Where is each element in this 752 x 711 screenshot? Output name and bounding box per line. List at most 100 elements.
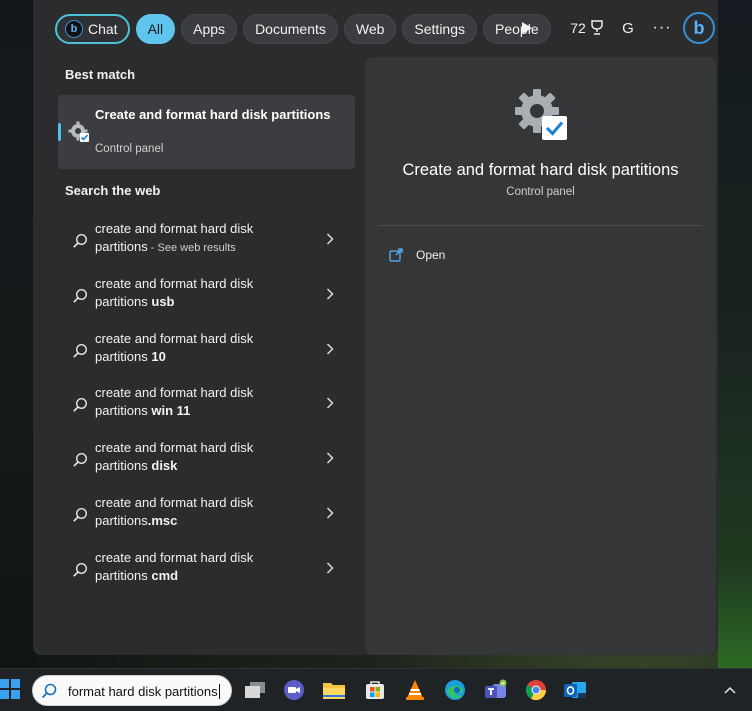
rewards-points[interactable]: 72 [563, 13, 611, 43]
search-icon [41, 683, 57, 699]
file-explorer-icon[interactable] [322, 678, 346, 702]
search-icon [73, 398, 88, 413]
web-result-text: create and format hard disk partitions wi… [95, 384, 325, 421]
vlc-icon[interactable] [403, 678, 427, 702]
web-result-line2: partitions [95, 567, 152, 583]
taskbar: format hard disk partitions [0, 668, 752, 711]
filter-all[interactable]: All [135, 14, 176, 44]
preview-pane: Create and format hard disk partitions C… [365, 57, 716, 655]
chevron-right-icon [326, 229, 334, 250]
web-result-prefix: create and format hard disk [95, 385, 254, 401]
control-panel-gear-large-icon [515, 89, 567, 140]
selection-indicator [58, 123, 61, 141]
web-result-item[interactable]: create and format hard disk partitions di… [58, 435, 355, 489]
web-result-text: create and format hard disk partitions di… [95, 439, 325, 476]
web-result-suffix: 10 [151, 348, 166, 364]
start-search-panel: b Chat All Apps Documents Web Settings P… [33, 0, 718, 655]
web-result-text: create and format hard disk partitions 10 [95, 330, 325, 367]
best-match-subtitle: Control panel [95, 143, 164, 155]
search-icon [73, 562, 88, 577]
chevron-right-icon [326, 503, 334, 524]
open-external-icon [389, 248, 403, 262]
preview-subtitle: Control panel [506, 186, 575, 198]
search-value: format hard disk partitions [68, 684, 220, 699]
web-result-text: create and format hard disk partitions us… [95, 275, 325, 312]
filter-settings[interactable]: Settings [402, 14, 478, 44]
chevron-right-icon [326, 558, 334, 579]
web-result-item[interactable]: create and format hard disk partitions us… [58, 271, 355, 325]
chevron-right-icon [326, 448, 334, 469]
open-label: Open [416, 248, 446, 262]
filter-bar: b Chat All Apps Documents Web Settings P… [55, 13, 557, 45]
web-result-suffix: .msc [147, 513, 178, 528]
search-text: format hard disk partitions [68, 684, 218, 699]
search-icon [73, 453, 88, 467]
web-result-text: create and format hard disk partitions cm… [95, 549, 325, 586]
web-result-item[interactable]: create and format hard disk partitions cm… [58, 545, 355, 599]
web-result-line2: partitions [95, 513, 148, 528]
filter-apps[interactable]: Apps [181, 14, 238, 44]
web-result-note: - See web results [147, 242, 236, 254]
text-caret [218, 684, 220, 699]
microsoft-store-icon[interactable] [363, 678, 387, 702]
best-match-title: Create and format hard disk partitions [95, 107, 331, 122]
web-result-text: create and format hard disk partitions.ms… [95, 494, 325, 531]
open-action[interactable]: Open [389, 245, 445, 265]
search-icon [73, 343, 88, 358]
taskbar-search-input[interactable]: format hard disk partitions [32, 675, 232, 706]
account-button[interactable]: G [617, 13, 639, 43]
outlook-icon[interactable] [563, 678, 587, 702]
chat-label: Chat [88, 21, 118, 37]
web-result-line2: partitions [95, 348, 152, 364]
web-result-text: create and format hard disk partitions - … [95, 220, 325, 257]
task-view-icon[interactable] [243, 678, 267, 702]
chevron-right-icon [326, 284, 334, 305]
web-result-item[interactable]: create and format hard disk partitions 10 [58, 326, 355, 380]
chevron-right-icon [326, 339, 334, 360]
chevron-right-icon [326, 393, 334, 414]
teams-icon[interactable] [484, 678, 508, 702]
bing-chat-icon[interactable]: b [683, 12, 715, 44]
web-result-suffix: cmd [151, 567, 179, 583]
filter-web[interactable]: Web [343, 14, 397, 44]
chat-button[interactable]: b Chat [55, 14, 130, 44]
web-result-prefix: create and format hard disk [95, 440, 254, 456]
desktop-wallpaper-left [0, 0, 33, 668]
bing-icon: b [65, 20, 83, 38]
control-panel-gear-icon [68, 121, 89, 142]
search-icon [73, 507, 88, 522]
points-value: 72 [570, 20, 586, 36]
web-result-prefix: create and format hard disk [95, 330, 254, 346]
web-result-prefix: create and format hard disk [95, 495, 254, 510]
web-result-prefix: create and format hard disk [95, 275, 254, 291]
preview-title: Create and format hard disk partitions [402, 161, 679, 179]
search-icon [73, 288, 88, 303]
more-filters-button[interactable] [515, 13, 539, 43]
web-result-item[interactable]: create and format hard disk partitions wi… [58, 380, 355, 434]
web-result-line2: partitions [95, 293, 152, 309]
play-icon [522, 22, 532, 34]
best-match-result[interactable]: Create and format hard disk partitions C… [58, 95, 355, 169]
web-result-suffix: usb [151, 293, 175, 309]
web-result-suffix: disk [151, 458, 178, 474]
web-result-item[interactable]: create and format hard disk partitions.ms… [58, 490, 355, 544]
filter-documents[interactable]: Documents [243, 14, 338, 44]
desktop-wallpaper-right [718, 0, 752, 668]
preview-divider [378, 225, 702, 226]
web-result-suffix: win 11 [151, 403, 191, 419]
show-hidden-icons-chevron-icon[interactable] [724, 681, 736, 697]
web-result-line2: partitions [95, 239, 148, 254]
search-icon [73, 233, 88, 248]
web-result-prefix: create and format hard disk [95, 221, 254, 236]
meet-now-icon[interactable] [282, 678, 306, 702]
web-result-line2: partitions [95, 403, 152, 419]
windows-start-icon[interactable] [0, 679, 20, 699]
edge-icon[interactable] [443, 678, 467, 702]
search-web-heading: Search the web [65, 183, 161, 198]
web-result-item[interactable]: create and format hard disk partitions - … [58, 216, 355, 270]
web-result-prefix: create and format hard disk [95, 549, 254, 565]
web-result-line2: partitions [95, 458, 152, 474]
trophy-icon [591, 20, 603, 35]
more-options-button[interactable]: ··· [651, 13, 673, 43]
chrome-icon[interactable] [524, 678, 548, 702]
